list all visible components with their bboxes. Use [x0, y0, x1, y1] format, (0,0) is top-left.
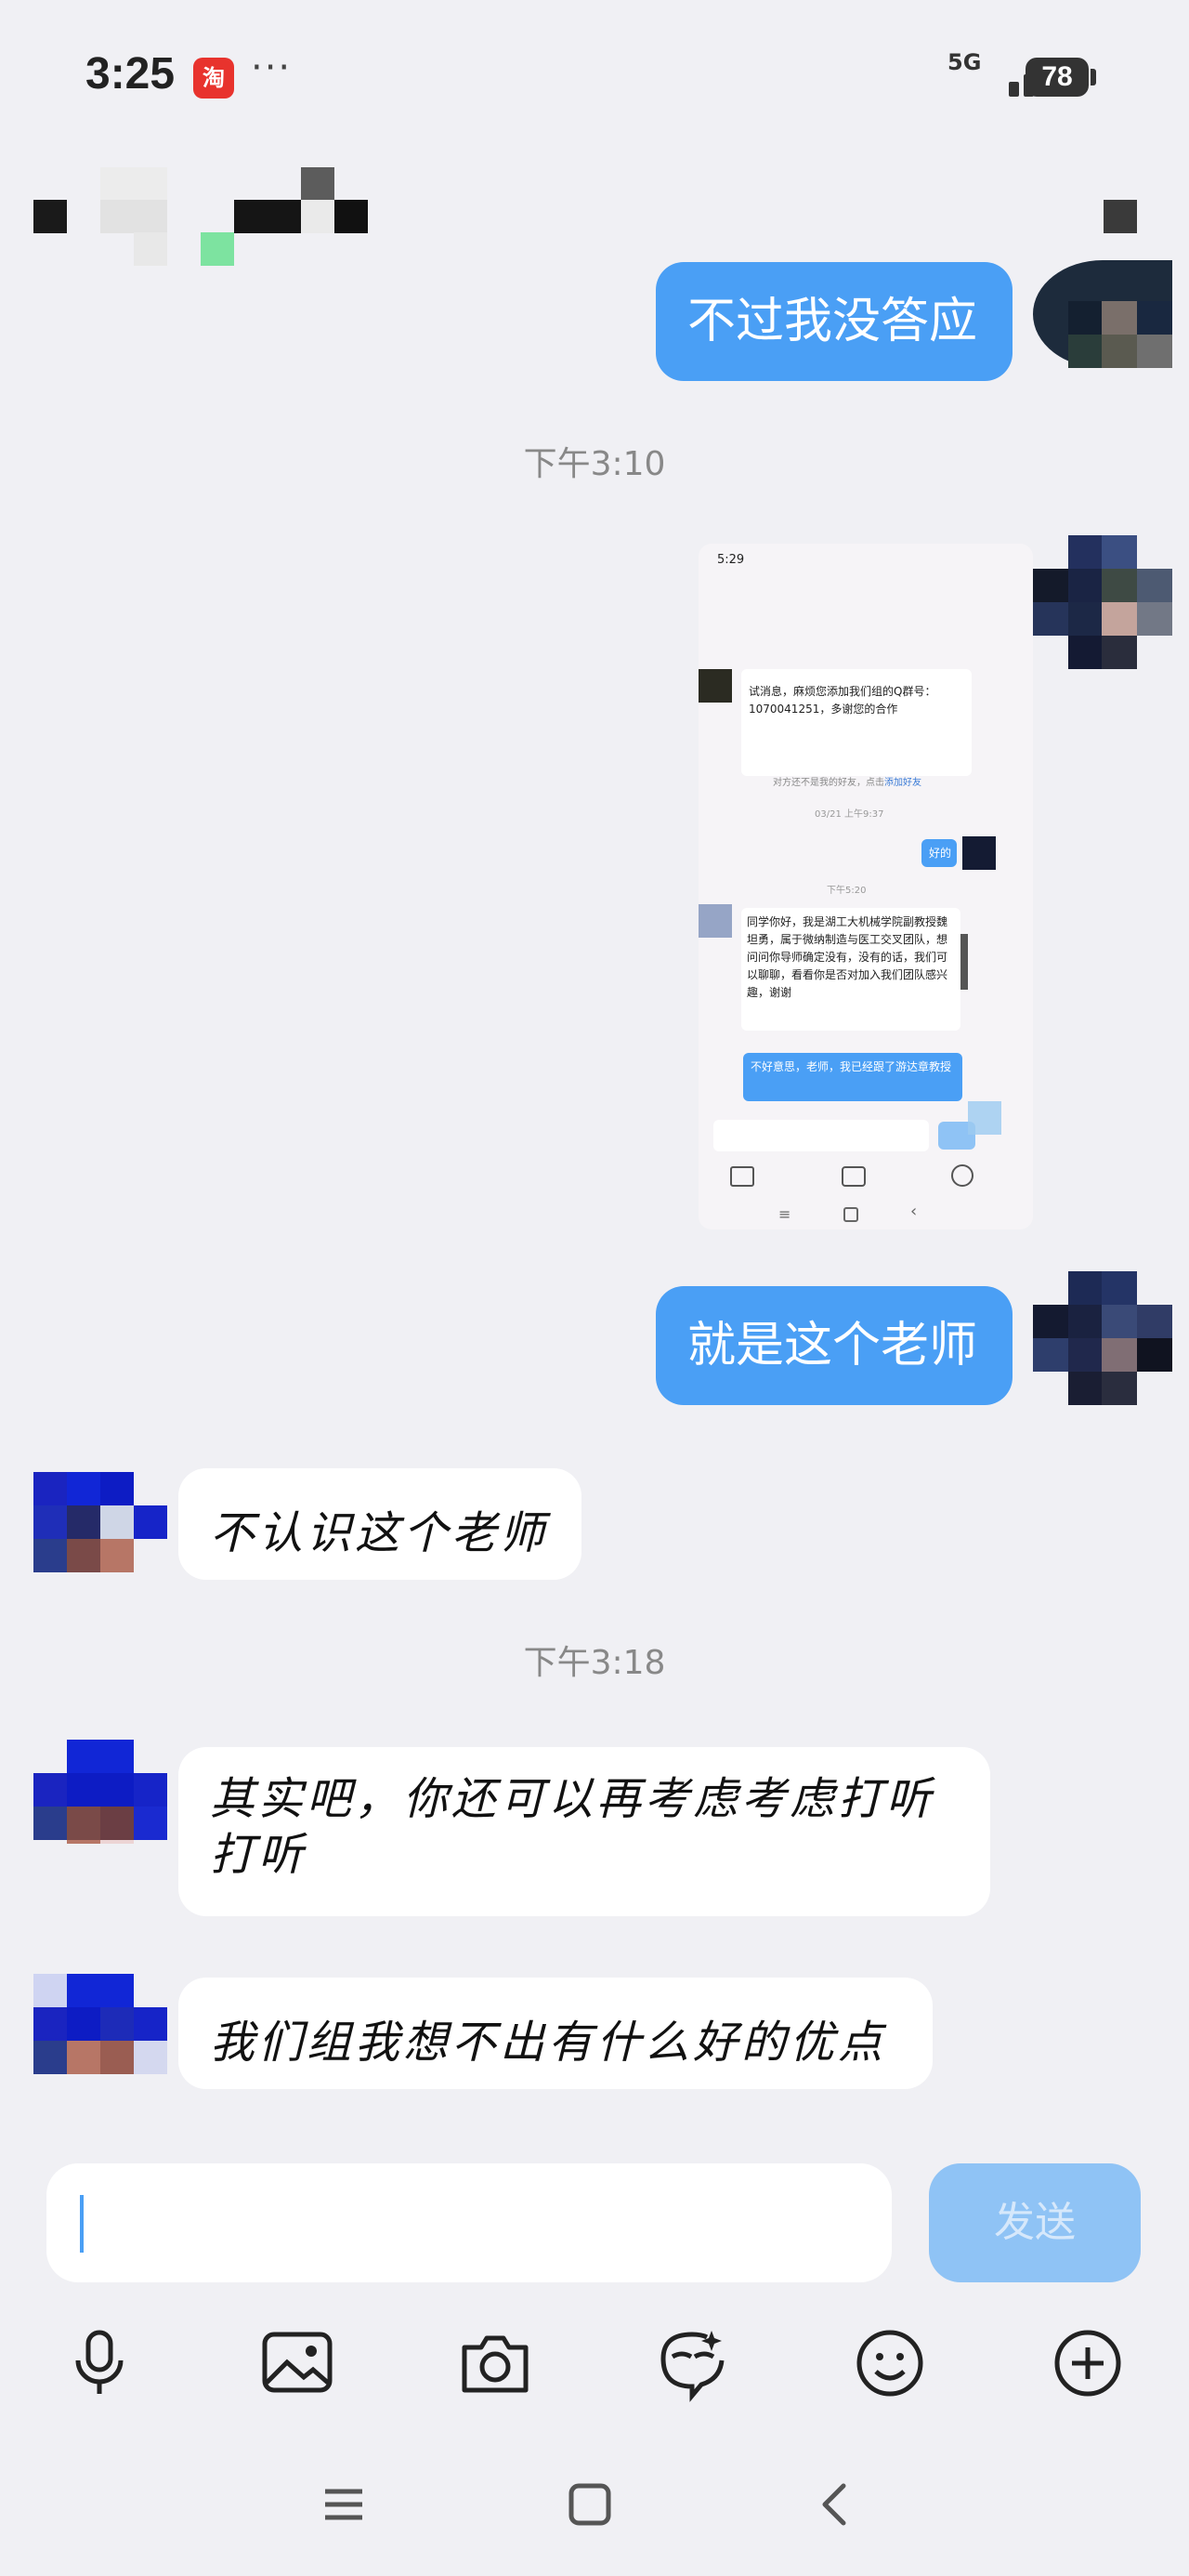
contact-avatar[interactable] [33, 1740, 167, 1844]
embedded-message-text-2: 同学你好，我是湖工大机械学院副教授魏坦勇，属于微纳制造与医工交叉团队，想问问你导… [747, 915, 948, 999]
menu-icon[interactable] [316, 2477, 372, 2532]
battery-indicator: 78 [1026, 58, 1089, 97]
embedded-nav-home [843, 1207, 858, 1222]
embedded-status-time: 5:29 [717, 553, 745, 567]
embedded-avatar-2 [699, 904, 732, 938]
contact-avatar[interactable] [33, 1472, 167, 1576]
embedded-my-avatar [962, 836, 996, 870]
embedded-add-friend-link: 添加好友 [884, 778, 921, 788]
message-bubble-outgoing[interactable]: 就是这个老师 [656, 1286, 1013, 1405]
embedded-reply-ok: 好的 [929, 847, 952, 860]
message-bubble-incoming[interactable]: 不认识这个老师 [178, 1468, 581, 1580]
my-avatar[interactable] [1033, 535, 1172, 669]
my-avatar[interactable] [1033, 260, 1172, 368]
embedded-input [713, 1120, 929, 1151]
plus-icon[interactable] [1048, 2323, 1128, 2403]
message-input[interactable] [46, 2163, 892, 2282]
home-icon[interactable] [562, 2477, 618, 2532]
embedded-reply-text-2: 不好意思，老师，我已经跟了游达章教授 [751, 1060, 952, 1073]
image-message[interactable]: 5:29 试消息，麻烦您添加我们组的Q群号：1070041251，多谢您的合作 … [699, 544, 1033, 1229]
taobao-app-icon: 淘 [193, 58, 234, 99]
embedded-image-icon [730, 1166, 754, 1187]
embedded-message-text: 试消息，麻烦您添加我们组的Q群号：1070041251，多谢您的合作 [749, 685, 936, 716]
time-separator: 下午3:18 [523, 1644, 666, 1682]
emoji-icon[interactable] [850, 2323, 930, 2403]
camera-icon[interactable] [455, 2323, 535, 2403]
microphone-icon[interactable] [59, 2323, 139, 2403]
send-button[interactable]: 发送 [929, 2163, 1141, 2282]
image-icon[interactable] [257, 2323, 337, 2403]
time-separator: 下午3:10 [523, 445, 666, 483]
embedded-notice: 对方还不是我的好友，点击添加好友 [773, 774, 921, 792]
message-bubble-incoming[interactable]: 其实吧，你还可以再考虑考虑打听打听 [178, 1747, 990, 1916]
embedded-emoji-icon [951, 1164, 973, 1187]
my-avatar[interactable] [1033, 1271, 1172, 1405]
embedded-date-2: 下午5:20 [827, 886, 867, 896]
contact-avatar[interactable] [33, 1974, 167, 2078]
embedded-nav-menu: ≡ [778, 1205, 791, 1223]
embedded-avatar [699, 669, 732, 703]
more-notifications-icon: ··· [251, 46, 293, 89]
embedded-scroll-mark [960, 934, 968, 990]
text-caret [80, 2195, 84, 2253]
embedded-camera-icon [842, 1166, 866, 1187]
embedded-notice-text: 对方还不是我的好友，点击 [773, 778, 884, 788]
status-time: 3:25 [85, 49, 176, 99]
embedded-date-1: 03/21 上午9:37 [815, 809, 884, 820]
message-bubble-incoming[interactable]: 我们组我想不出有什么好的优点 [178, 1978, 933, 2089]
embedded-pixel [968, 1101, 1001, 1135]
message-bubble-outgoing[interactable]: 不过我没答应 [656, 262, 1013, 381]
sticker-icon[interactable] [652, 2323, 732, 2403]
battery-tip [1091, 69, 1096, 85]
back-icon[interactable] [808, 2477, 864, 2532]
embedded-nav-back: ‹ [910, 1202, 918, 1221]
